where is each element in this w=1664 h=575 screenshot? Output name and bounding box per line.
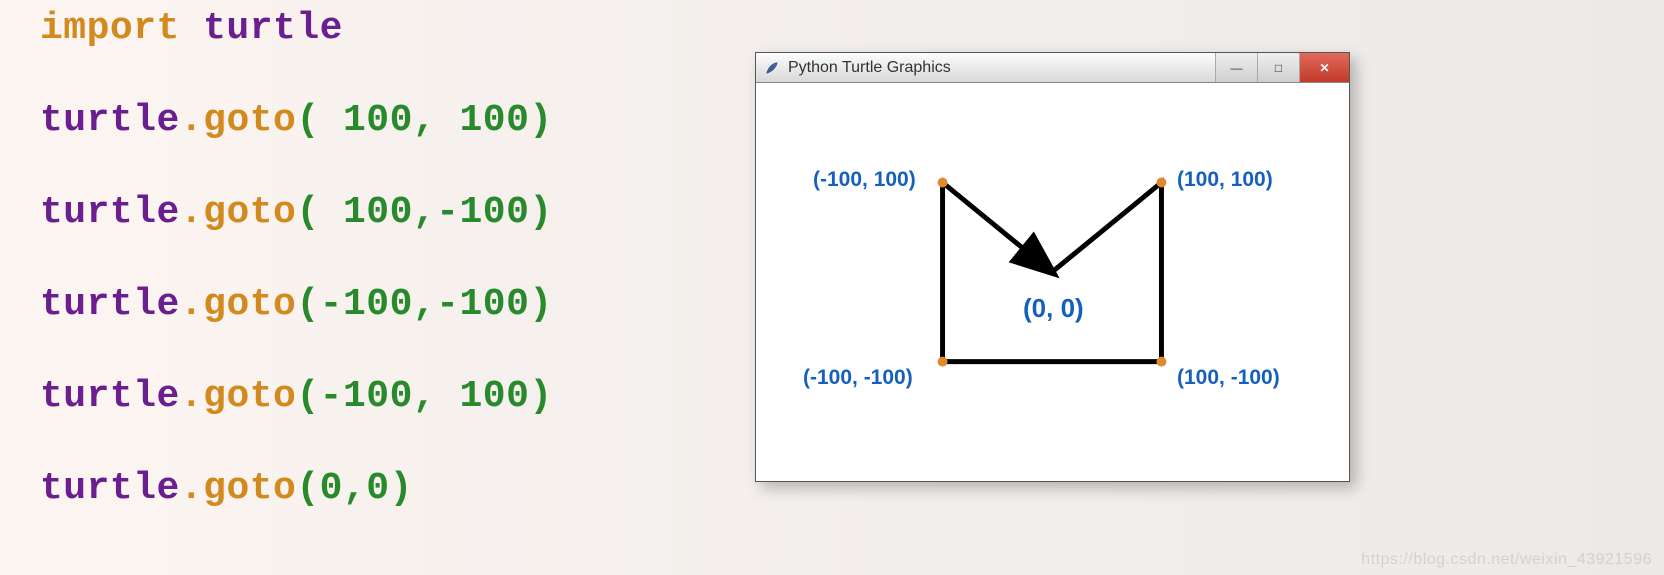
obj: turtle: [40, 375, 180, 418]
args: (-100,-100): [296, 283, 552, 326]
window-controls: — □ ✕: [1215, 53, 1349, 82]
minimize-button[interactable]: —: [1215, 53, 1257, 82]
args: ( 100,-100): [296, 191, 552, 234]
dot: .: [180, 375, 203, 418]
code-line-4: turtle.goto(-100,-100): [40, 286, 553, 324]
vertex-dot: [1156, 178, 1166, 188]
fn-goto: goto: [203, 375, 296, 418]
close-button[interactable]: ✕: [1299, 53, 1349, 82]
code-line-3: turtle.goto( 100,-100): [40, 194, 553, 232]
keyword-import: import: [40, 7, 180, 50]
module-turtle: turtle: [180, 7, 343, 50]
code-line-6: turtle.goto(0,0): [40, 470, 553, 508]
fn-goto: goto: [203, 99, 296, 142]
code-line-5: turtle.goto(-100, 100): [40, 378, 553, 416]
vertex-dot: [938, 357, 948, 367]
fn-goto: goto: [203, 467, 296, 510]
fn-goto: goto: [203, 283, 296, 326]
path-final-segment: [943, 183, 1052, 273]
turtle-window: Python Turtle Graphics — □ ✕ (-100, 100)…: [755, 52, 1350, 482]
label-top-left: (-100, 100): [813, 168, 916, 192]
code-line-1: import turtle: [40, 10, 553, 48]
obj: turtle: [40, 283, 180, 326]
label-top-right: (100, 100): [1177, 168, 1273, 192]
obj: turtle: [40, 467, 180, 510]
turtle-canvas: (-100, 100) (100, 100) (-100, -100) (100…: [756, 83, 1349, 481]
titlebar[interactable]: Python Turtle Graphics — □ ✕: [756, 53, 1349, 83]
dot: .: [180, 99, 203, 142]
maximize-button[interactable]: □: [1257, 53, 1299, 82]
obj: turtle: [40, 99, 180, 142]
vertex-dot: [938, 178, 948, 188]
label-bottom-left: (-100, -100): [803, 366, 913, 390]
fn-goto: goto: [203, 191, 296, 234]
dot: .: [180, 283, 203, 326]
turtle-drawing: [756, 83, 1349, 481]
label-bottom-right: (100, -100): [1177, 366, 1280, 390]
args: (0,0): [296, 467, 413, 510]
code-block: import turtle turtle.goto( 100, 100) tur…: [40, 10, 553, 562]
window-title: Python Turtle Graphics: [788, 59, 1215, 77]
args: ( 100, 100): [296, 99, 552, 142]
vertex-dot: [1156, 357, 1166, 367]
obj: turtle: [40, 191, 180, 234]
watermark: https://blog.csdn.net/weixin_43921596: [1361, 551, 1652, 569]
feather-icon: [764, 60, 780, 76]
dot: .: [180, 467, 203, 510]
label-center: (0, 0): [1023, 293, 1084, 324]
code-line-2: turtle.goto( 100, 100): [40, 102, 553, 140]
dot: .: [180, 191, 203, 234]
args: (-100, 100): [296, 375, 552, 418]
